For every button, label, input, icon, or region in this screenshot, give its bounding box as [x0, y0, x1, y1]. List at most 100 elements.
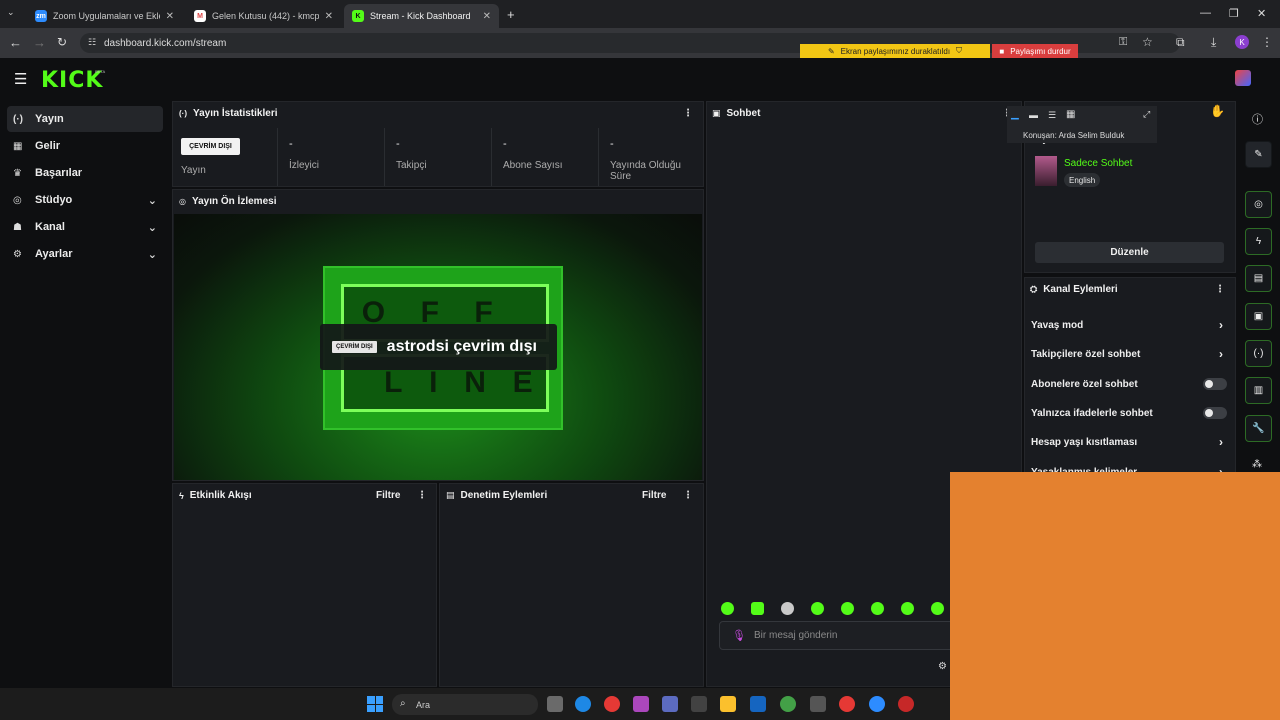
studio-icon: ◎: [13, 194, 22, 206]
subscribers-only-toggle[interactable]: [1203, 378, 1227, 390]
hamburger-icon[interactable]: ☰: [14, 70, 27, 88]
back-button[interactable]: ←: [9, 35, 22, 50]
sidebar-item-kanal[interactable]: ☗ Kanal ⌄: [7, 214, 163, 240]
tab-search-icon[interactable]: ⌄: [7, 7, 15, 18]
layout-icon[interactable]: ▥: [1245, 377, 1272, 404]
meeting-view-toolbar: ▁ ▬ ☰ ▦ ⤢: [1007, 106, 1157, 128]
chrome-active-icon[interactable]: [839, 696, 855, 712]
whatsapp-icon[interactable]: [780, 696, 796, 712]
new-tab-button[interactable]: +: [507, 7, 515, 22]
action-account-age[interactable]: Hesap yaşı kısıtlaması ›: [1031, 435, 1227, 449]
offline-overlay: ÇEVRİM DIŞI astrodsi çevrim dışı: [320, 324, 557, 370]
chrome-icon[interactable]: [604, 696, 620, 712]
edit-button[interactable]: Düzenle: [1035, 242, 1224, 263]
stat-viewers: - İzleyici: [277, 128, 384, 186]
moderation-panel: [439, 483, 704, 687]
extensions-icon[interactable]: ⧉: [1176, 35, 1185, 50]
close-icon[interactable]: ✕: [325, 11, 333, 22]
taskbar-search[interactable]: ⌕ Ara: [392, 694, 538, 715]
chat-settings-icon[interactable]: ⚙: [938, 661, 947, 672]
chrome-profile-icon[interactable]: [898, 696, 914, 712]
chat-icon[interactable]: ▣: [1245, 303, 1272, 330]
action-subscribers-only: Abonelere özel sohbet: [1031, 377, 1227, 391]
emote-icon[interactable]: [721, 602, 734, 615]
stream-category[interactable]: Sadece Sohbet: [1064, 158, 1132, 169]
chevron-right-icon: ›: [1219, 318, 1223, 332]
stop-sharing-button[interactable]: ■ Paylaşımı durdur: [992, 44, 1078, 58]
share-paused-text: Ekran paylaşımınız duraklatıldı: [840, 46, 951, 56]
sidebar-item-ayarlar[interactable]: ⚙ Ayarlar ⌄: [7, 241, 163, 267]
zoom-icon[interactable]: [869, 696, 885, 712]
taskbar-search-label: Ara: [416, 699, 431, 710]
task-view-icon[interactable]: [547, 696, 563, 712]
info-icon[interactable]: ⓘ: [1252, 111, 1263, 127]
microphone-icon[interactable]: 🎙: [732, 629, 746, 642]
document-icon[interactable]: ▤: [1245, 265, 1272, 292]
download-icon[interactable]: ⤓: [1211, 35, 1216, 50]
tab-kick[interactable]: K Stream - Kick Dashboard ✕: [344, 4, 499, 28]
close-icon[interactable]: ✕: [483, 11, 491, 22]
user-avatar[interactable]: [1235, 70, 1251, 86]
forward-button[interactable]: →: [33, 35, 46, 50]
edge-icon[interactable]: [575, 696, 591, 712]
channel-actions-menu-icon[interactable]: ⋮: [1215, 284, 1225, 295]
sidebar-item-gelir[interactable]: ▦ Gelir: [7, 133, 163, 159]
moderation-menu-icon[interactable]: ⋮: [683, 490, 693, 501]
outlook-icon[interactable]: [750, 696, 766, 712]
sidebar-item-basarilar[interactable]: ♛ Başarılar: [7, 160, 163, 186]
focus-icon[interactable]: ◎: [1245, 191, 1272, 218]
site-info-icon[interactable]: ☷: [88, 37, 96, 48]
action-slow-mode[interactable]: Yavaş mod ›: [1031, 318, 1227, 332]
emote-icon[interactable]: [811, 602, 824, 615]
reload-button[interactable]: ↻: [57, 35, 67, 49]
emote-icon[interactable]: [841, 602, 854, 615]
star-icon[interactable]: ☆: [1142, 35, 1153, 49]
minimize-button[interactable]: —: [1200, 7, 1211, 19]
sidebar-item-yayin[interactable]: (·) Yayın: [7, 106, 163, 132]
action-followers-only[interactable]: Takipçilere özel sohbet ›: [1031, 347, 1227, 361]
menu-icon[interactable]: ⋮: [1261, 35, 1273, 49]
activity-filter-button[interactable]: Filtre: [376, 490, 400, 501]
stop-sharing-label: Paylaşımı durdur: [1010, 46, 1071, 56]
wrench-icon[interactable]: 🔧: [1245, 415, 1272, 442]
sidebar-item-studyo[interactable]: ◎ Stüdyo ⌄: [7, 187, 163, 213]
moderation-filter-button[interactable]: Filtre: [642, 490, 666, 501]
expand-icon[interactable]: ⤢: [1143, 109, 1150, 120]
emotes-only-toggle[interactable]: [1203, 407, 1227, 419]
store-icon[interactable]: [691, 696, 707, 712]
status-label: Yayın: [181, 165, 206, 176]
copilot-icon[interactable]: [633, 696, 649, 712]
tab-gmail[interactable]: M Gelen Kutusu (442) - kmcpro28@ ✕: [186, 4, 341, 28]
emote-icon[interactable]: [901, 602, 914, 615]
pencil-icon[interactable]: ✎: [1245, 141, 1272, 168]
view-strip-icon[interactable]: ▬: [1029, 110, 1038, 120]
activity-menu-icon[interactable]: ⋮: [417, 490, 427, 501]
windows-start-icon[interactable]: [367, 696, 383, 712]
tab-zoom[interactable]: zm Zoom Uygulamaları ve Eklentileri ✕: [27, 4, 182, 28]
close-icon[interactable]: ✕: [166, 11, 174, 22]
view-grid-icon[interactable]: ▦: [1066, 109, 1075, 120]
emote-icon[interactable]: [781, 602, 794, 615]
action-label: Abonelere özel sohbet: [1031, 378, 1138, 390]
emote-icon[interactable]: [931, 602, 944, 615]
app-icon[interactable]: [810, 696, 826, 712]
window-close-button[interactable]: ✕: [1257, 7, 1266, 20]
chat-message-input[interactable]: 🎙 Bir mesaj gönderin: [719, 621, 959, 650]
stat-followers: - Takipçi: [384, 128, 491, 186]
more-icon[interactable]: ⁂: [1252, 459, 1262, 470]
stat-value: -: [610, 138, 614, 150]
lightning-icon[interactable]: ϟ: [1245, 228, 1272, 255]
emote-icon[interactable]: [871, 602, 884, 615]
view-minimize-icon[interactable]: ▁: [1011, 109, 1019, 120]
broadcast-icon[interactable]: (·): [1245, 340, 1272, 367]
offline-message: astrodsi çevrim dışı: [386, 338, 537, 355]
stats-menu-icon[interactable]: ⋮: [683, 108, 693, 119]
profile-avatar[interactable]: K: [1235, 35, 1249, 49]
tab-title: Zoom Uygulamaları ve Eklentileri: [53, 11, 160, 21]
emote-icon[interactable]: [751, 602, 764, 615]
folder-icon[interactable]: [720, 696, 736, 712]
teams-icon[interactable]: [662, 696, 678, 712]
maximize-button[interactable]: ❐: [1229, 7, 1239, 20]
key-icon[interactable]: ⚿: [1119, 36, 1127, 49]
view-list-icon[interactable]: ☰: [1048, 110, 1056, 121]
